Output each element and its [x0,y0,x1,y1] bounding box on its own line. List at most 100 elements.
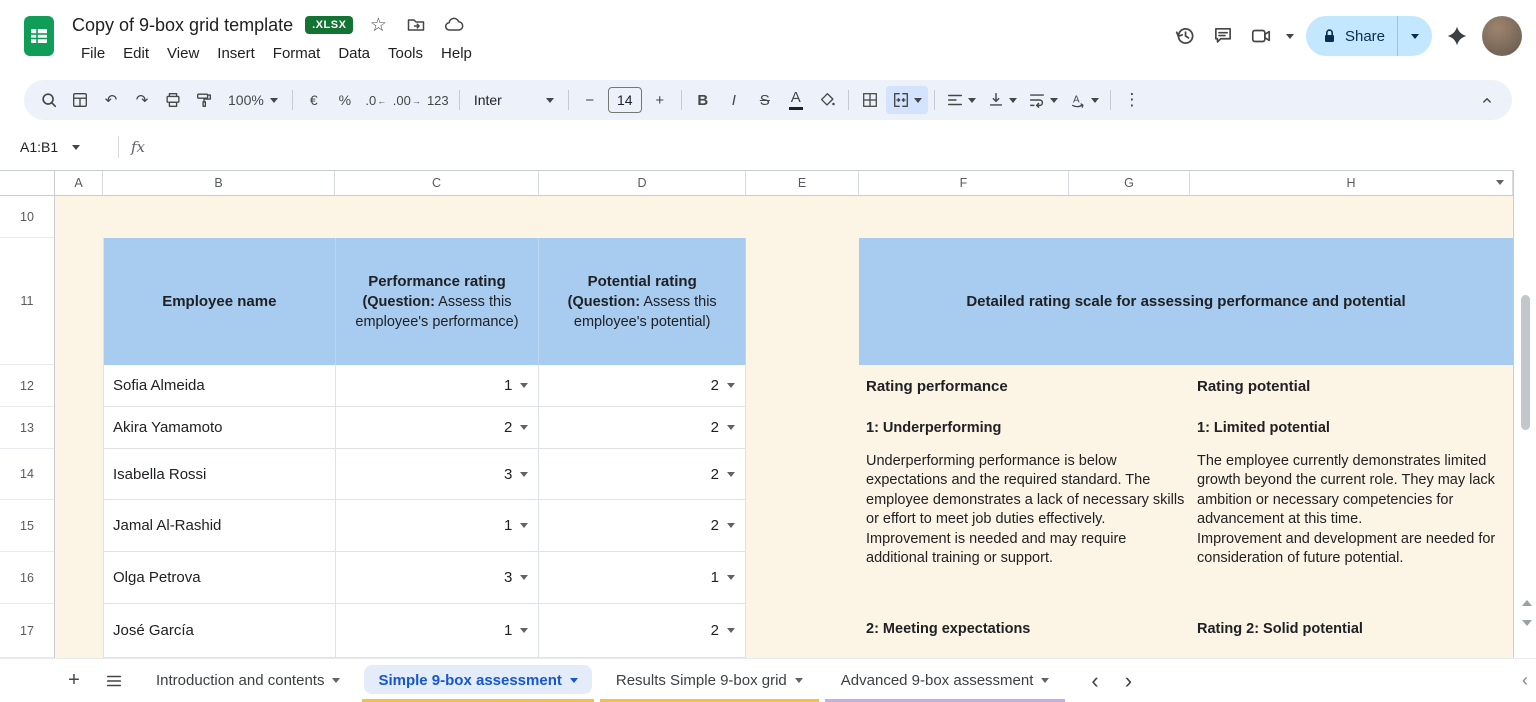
row-header-14[interactable]: 14 [0,449,54,500]
cell-performance-rating[interactable]: 1 [335,365,540,407]
tab-results-simple-9-box-grid[interactable]: Results Simple 9-box grid [599,659,819,702]
star-icon[interactable]: ☆ [365,12,391,38]
cell-rating-performance-header[interactable]: Rating performance [866,365,1008,407]
cell-performance-rating[interactable]: 3 [335,449,540,500]
row-header-12[interactable]: 12 [0,365,54,407]
text-wrap-control[interactable] [1023,86,1063,114]
rating-dropdown-icon[interactable] [727,575,735,580]
cell-potential-level2[interactable]: Rating 2: Solid potential [1197,604,1363,654]
cell-potential-rating-header[interactable]: Potential rating (Question: Assess this … [539,238,746,365]
cell-rating-potential-header[interactable]: Rating potential [1197,365,1310,407]
borders-icon[interactable] [855,86,885,114]
menu-file[interactable]: File [72,43,114,64]
menu-edit[interactable]: Edit [114,43,158,64]
more-formats-icon[interactable]: 123 [423,86,453,114]
cell-performance-rating[interactable]: 3 [335,552,540,604]
collapse-toolbar-icon[interactable] [1472,86,1502,114]
tab-dropdown-icon[interactable] [1041,678,1050,683]
increase-decimal-icon[interactable]: .00 → [392,86,422,114]
cell-potential-rating[interactable]: 2 [539,449,746,500]
column-header-h[interactable]: H [1190,171,1513,195]
search-menus-icon[interactable] [34,86,64,114]
account-avatar[interactable] [1482,16,1522,56]
tabs-scroll-left-button[interactable]: ‹ [1091,669,1098,692]
cell-potential-rating[interactable]: 2 [539,604,746,658]
cell-employee-name[interactable]: José García [104,604,336,658]
cell-employee-name[interactable]: Olga Petrova [104,552,336,604]
cell-performance-level1-description[interactable]: Underperforming performance is below exp… [866,452,1190,568]
strikethrough-icon[interactable]: S [750,86,780,114]
vertical-align-control[interactable] [982,86,1022,114]
cell-potential-rating[interactable]: 2 [539,407,746,449]
cloud-status-icon[interactable] [441,12,467,38]
select-all-corner[interactable] [0,170,55,196]
currency-format-icon[interactable]: € [299,86,329,114]
tab-dropdown-icon[interactable] [332,678,341,683]
rating-dropdown-icon[interactable] [520,575,529,580]
rating-dropdown-icon[interactable] [520,628,529,633]
tab-dropdown-icon[interactable] [569,678,578,683]
merge-cells-control[interactable] [885,86,928,114]
cell-employee-name[interactable]: Isabella Rossi [104,449,336,500]
cell-performance-level1[interactable]: 1: Underperforming [866,407,1001,449]
rating-dropdown-icon[interactable] [520,523,529,528]
undo-icon[interactable]: ↶ [96,86,126,114]
tab-simple-9-box-assessment[interactable]: Simple 9-box assessment [362,659,594,702]
scroll-left-edge-icon[interactable]: ‹ [1522,671,1528,689]
decrease-font-size-button[interactable]: − [575,86,605,114]
tabs-scroll-right-button[interactable]: › [1125,669,1132,692]
italic-icon[interactable]: I [719,86,749,114]
cell-performance-rating[interactable]: 1 [335,604,540,658]
more-toolbar-icon[interactable]: ⋮ [1117,86,1147,114]
menu-insert[interactable]: Insert [208,43,264,64]
document-title[interactable]: Copy of 9-box grid template [72,15,293,36]
font-family-select[interactable]: Inter [466,86,562,114]
increase-font-size-button[interactable]: + [645,86,675,114]
share-button[interactable]: Share [1306,16,1397,56]
name-box[interactable]: A1:B1 [14,135,114,159]
rating-dropdown-icon[interactable] [727,628,735,633]
column-header-f[interactable]: F [859,171,1069,195]
vertical-scrollbar[interactable] [1513,170,1536,658]
redo-icon[interactable]: ↷ [127,86,157,114]
cell-potential-rating[interactable]: 2 [539,500,746,552]
rating-dropdown-icon[interactable] [520,425,529,430]
meet-camera-icon[interactable] [1248,23,1274,49]
column-header-b[interactable]: B [103,171,335,195]
horizontal-align-control[interactable] [941,86,981,114]
row-header-16[interactable]: 16 [0,552,54,604]
cell-potential-level1-description[interactable]: The employee currently demonstrates limi… [1197,452,1510,568]
text-rotation-control[interactable]: A [1064,86,1104,114]
gemini-sparkle-icon[interactable] [1444,23,1470,49]
cell-performance-rating[interactable]: 1 [335,500,540,552]
tab-dropdown-icon[interactable] [794,678,803,683]
row-header-17[interactable]: 17 [0,604,54,658]
paint-format-icon[interactable] [189,86,219,114]
font-size-input[interactable]: 14 [607,87,642,113]
percent-format-icon[interactable]: % [330,86,360,114]
tab-introduction-and-contents[interactable]: Introduction and contents [140,659,356,702]
menu-help[interactable]: Help [432,43,481,64]
cell-performance-rating-header[interactable]: Performance rating (Question: Assess thi… [335,238,540,365]
rating-dropdown-icon[interactable] [727,383,735,388]
menu-tools[interactable]: Tools [379,43,432,64]
zoom-control[interactable]: 100% [220,86,286,114]
text-color-icon[interactable]: A [781,86,811,114]
cell-employee-name[interactable]: Jamal Al-Rashid [104,500,336,552]
move-folder-icon[interactable] [403,12,429,38]
version-history-icon[interactable] [1172,23,1198,49]
scrollbar-thumb[interactable] [1521,295,1530,430]
column-header-e[interactable]: E [746,171,859,195]
rating-dropdown-icon[interactable] [520,471,529,477]
scroll-up-icon[interactable] [1522,600,1532,606]
sheets-logo-icon[interactable] [23,15,55,57]
tab-advanced-9-box-assessment[interactable]: Advanced 9-box assessment [824,659,1066,702]
column-h-dropdown-icon[interactable] [1496,180,1504,185]
cell-potential-level1[interactable]: 1: Limited potential [1197,407,1330,449]
column-header-c[interactable]: C [335,171,539,195]
cell-potential-rating[interactable]: 1 [539,552,746,604]
decrease-decimal-icon[interactable]: .0 ← [361,86,391,114]
column-header-g[interactable]: G [1069,171,1190,195]
menu-format[interactable]: Format [264,43,330,64]
cell-employee-name[interactable]: Akira Yamamoto [104,407,336,449]
